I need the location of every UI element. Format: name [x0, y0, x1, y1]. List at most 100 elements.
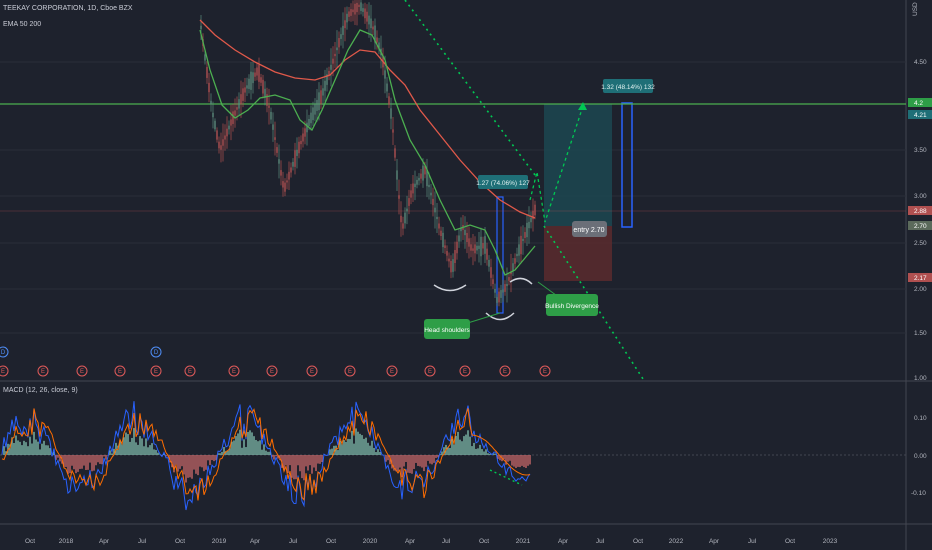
event-marker-letter: E — [348, 369, 352, 375]
macd-bar — [357, 431, 359, 455]
macd-bar — [195, 455, 197, 474]
target-label[interactable]: 1.32 (48.14%) 132 — [601, 79, 655, 93]
measure-label-text: 1.27 (74.06%) 127 — [476, 180, 530, 187]
symbol-title[interactable]: TEEKAY CORPORATION, 1D, Cboe BZX — [3, 5, 133, 12]
event-markers[interactable]: D D E E E E E E E E E E E E E E E — [0, 346, 551, 377]
macd-bar — [461, 441, 463, 455]
macd-bar — [431, 455, 433, 465]
macd-bar — [39, 449, 41, 455]
position-tool[interactable] — [496, 102, 633, 314]
price-tick: 1.00 — [914, 375, 927, 382]
candle-body — [214, 120, 216, 130]
macd-bar — [507, 455, 509, 462]
macd-bar — [467, 430, 469, 455]
measure-label[interactable]: 1.27 (74.06%) 127 — [476, 175, 530, 189]
event-marker-letter: E — [1, 369, 5, 375]
macd-bar — [441, 451, 443, 455]
macd-bar — [407, 455, 409, 473]
time-tick: Jul — [596, 538, 605, 545]
macd-bar — [423, 455, 425, 472]
price-badges: 4.2 4.21 2.88 2.70 2.17 — [908, 98, 932, 282]
macd-bar — [487, 453, 489, 455]
time-axis[interactable]: Oct 2018 Apr Jul Oct 2019 Apr Jul Oct 2020 Apr Jul O… — [25, 538, 838, 545]
macd-bar — [31, 443, 33, 455]
macd-bar — [251, 432, 253, 455]
bullish-divergence-label[interactable]: Bullish Divergence — [545, 294, 599, 316]
candle-body — [274, 137, 276, 140]
candle-body — [384, 70, 386, 79]
candle-body — [482, 243, 484, 249]
candle-body — [346, 13, 348, 23]
macd-bar — [67, 455, 69, 475]
candle-body — [262, 79, 264, 94]
entry-label[interactable]: entry 2.70 — [572, 221, 607, 237]
macd-bar — [309, 455, 311, 466]
time-tick: 2021 — [516, 538, 531, 545]
macd-bar — [181, 455, 183, 467]
time-tick: Jul — [748, 538, 757, 545]
macd-bar — [421, 455, 423, 468]
candle-body — [370, 18, 372, 29]
macd-bar — [205, 455, 207, 470]
macd-bar — [255, 439, 257, 455]
candle-body — [290, 167, 292, 173]
macd-legend[interactable]: MACD (12, 26, close, 9) — [3, 387, 78, 394]
chart-canvas[interactable]: D D E E E E E E E E E E E E E E E 1.32 (48.14%) 132 1.27… — [0, 0, 932, 550]
price-tick: 2.00 — [914, 286, 927, 293]
macd-line — [1, 401, 531, 511]
candle-body — [310, 112, 312, 124]
macd-bar — [65, 455, 67, 467]
macd-bar — [299, 455, 301, 472]
candle-body — [332, 58, 334, 64]
macd-bar — [489, 453, 491, 455]
macd-bar — [429, 455, 431, 464]
candle-body — [306, 122, 308, 133]
macd-bar — [451, 438, 453, 455]
price-tick: 3.00 — [914, 193, 927, 200]
macd-bar — [415, 455, 417, 463]
time-tick: Oct — [25, 538, 35, 545]
candle-body — [458, 235, 460, 242]
candle-body — [436, 216, 438, 220]
macd-bar — [265, 450, 267, 455]
candle-body — [294, 150, 296, 167]
candle-body — [228, 125, 230, 130]
macd-bar — [425, 455, 427, 467]
candle-body — [480, 236, 482, 257]
candle-body — [376, 37, 378, 43]
macd-bar — [57, 455, 59, 458]
candle-body — [516, 253, 518, 257]
event-marker-letter: E — [80, 369, 84, 375]
macd-bar — [219, 453, 221, 455]
time-tick: 2023 — [823, 538, 838, 545]
candle-body — [456, 241, 458, 254]
candle-body — [242, 88, 244, 101]
candle-body — [206, 67, 208, 78]
candle-body — [466, 232, 468, 243]
candle-body — [522, 238, 524, 242]
macd-bar — [81, 455, 83, 469]
macd-bar — [111, 453, 113, 455]
candle-body — [504, 284, 506, 292]
macd-bar — [253, 436, 255, 455]
candle-body — [350, 9, 352, 16]
ema-legend[interactable]: EMA 50 200 — [3, 21, 41, 28]
macd-bar — [73, 455, 75, 470]
macd-bar — [197, 455, 199, 476]
candle-body — [366, 11, 368, 22]
descending-trendline[interactable] — [404, 0, 536, 176]
candle-body — [296, 149, 298, 156]
macd-bar — [91, 455, 93, 472]
candle-body — [390, 108, 392, 119]
candle-body — [486, 248, 488, 260]
macd-bar — [139, 436, 141, 455]
candle-body — [298, 141, 300, 154]
macd-bar — [525, 455, 527, 468]
time-tick: Apr — [405, 538, 416, 545]
macd-bar — [243, 439, 245, 455]
macd-bar — [41, 443, 43, 455]
event-marker-letter: E — [154, 369, 158, 375]
head-shoulders-label[interactable]: Head shoulders — [424, 319, 471, 339]
price-axis[interactable]: 4.50 3.50 3.00 2.50 2.00 1.50 1.00 — [914, 59, 927, 382]
macd-bar — [345, 441, 347, 455]
